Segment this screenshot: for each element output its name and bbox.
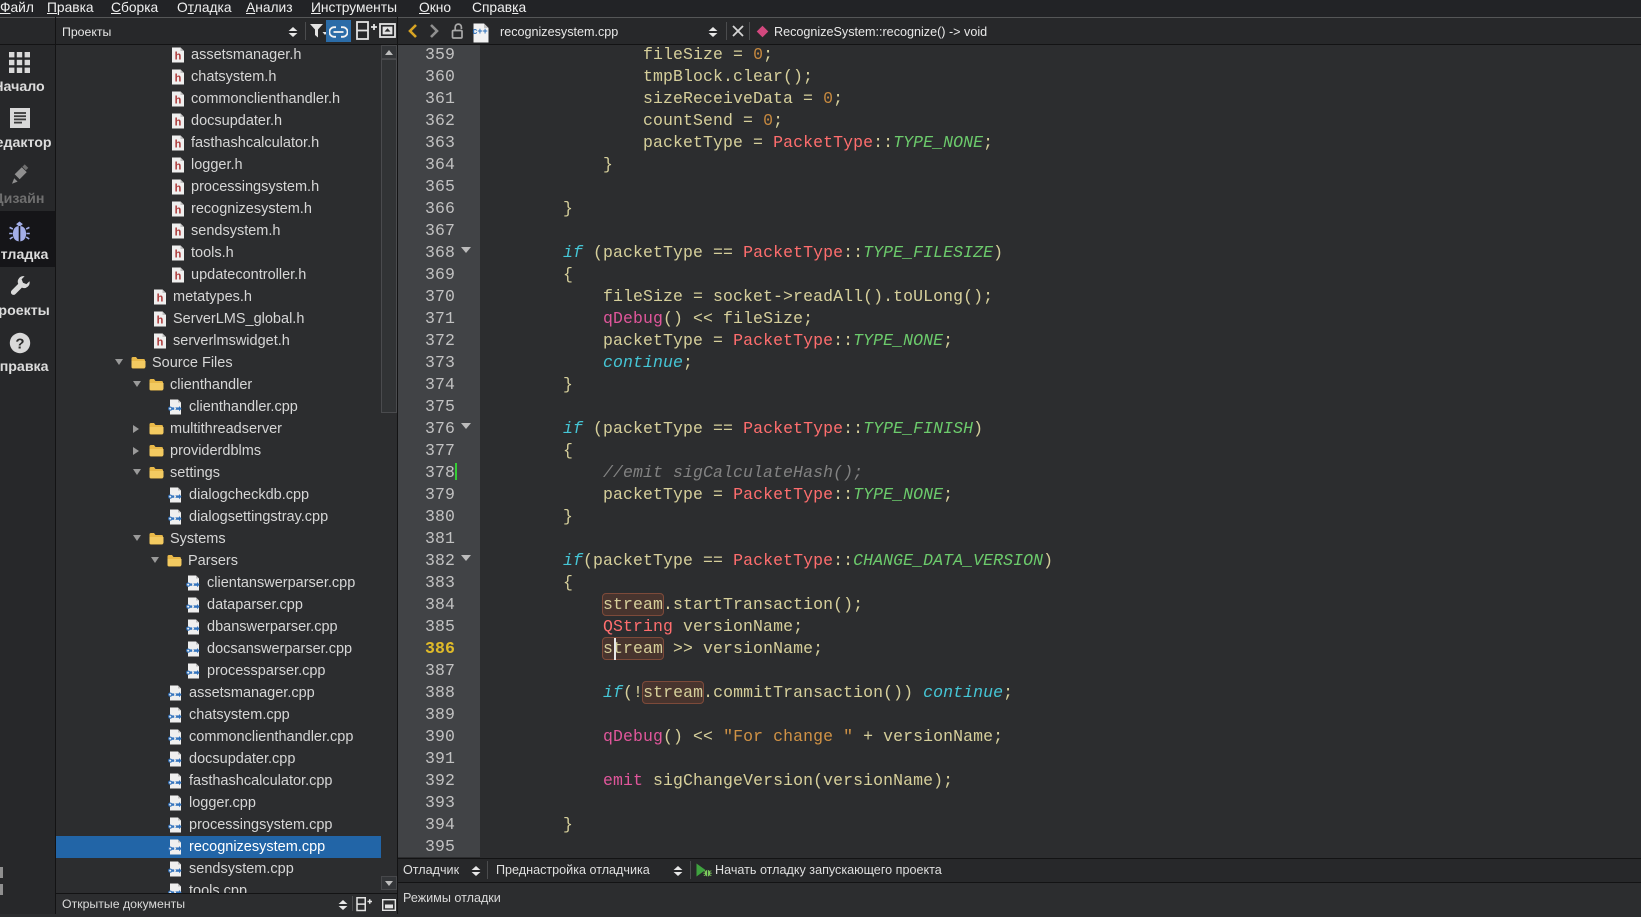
svg-text:h: h — [175, 51, 182, 63]
svg-text:c++: c++ — [473, 26, 488, 36]
svg-text:h: h — [157, 293, 164, 305]
svg-text:h: h — [175, 73, 182, 85]
svg-text:h: h — [157, 337, 164, 349]
svg-text:h: h — [175, 139, 182, 151]
svg-text:h: h — [175, 205, 182, 217]
svg-text:?: ? — [15, 335, 24, 352]
svg-text:h: h — [175, 95, 182, 107]
svg-text:h: h — [175, 183, 182, 195]
svg-text:h: h — [175, 227, 182, 239]
svg-text:h: h — [175, 271, 182, 283]
svg-text:h: h — [175, 117, 182, 129]
svg-text:h: h — [175, 249, 182, 261]
svg-text:h: h — [157, 315, 164, 327]
svg-text:h: h — [175, 161, 182, 173]
